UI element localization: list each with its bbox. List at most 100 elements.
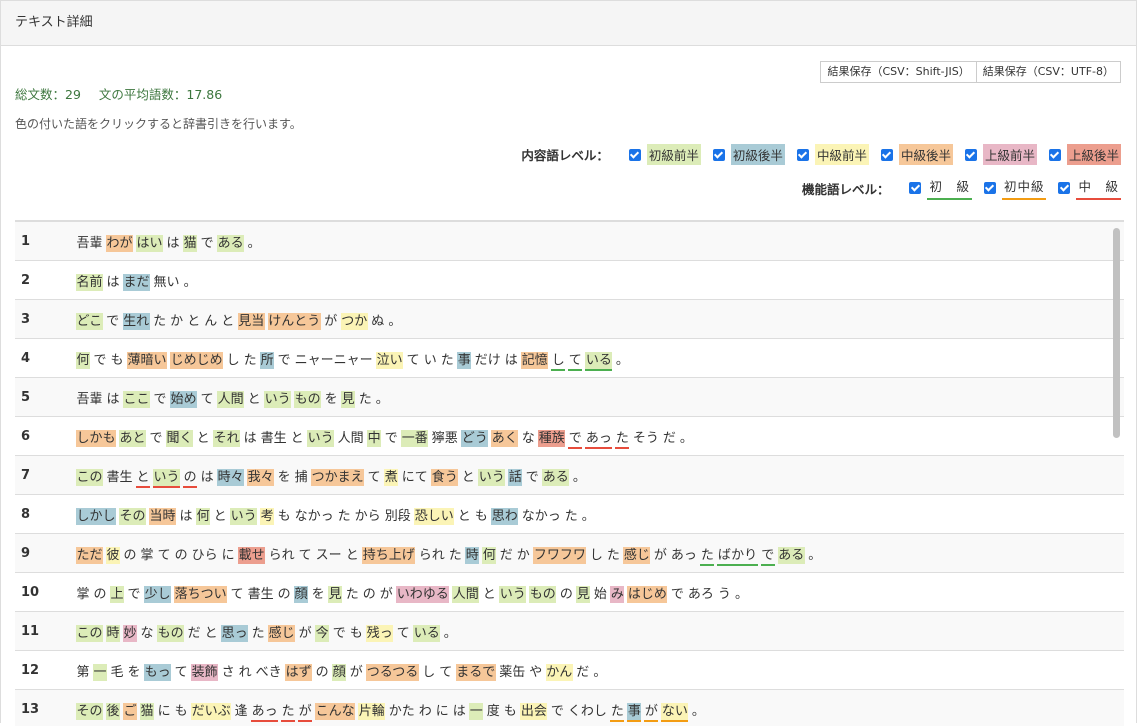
word-link[interactable]: 人間 <box>217 390 245 408</box>
word-link[interactable]: いる <box>585 351 613 371</box>
content-level-toggle[interactable]: 中級前半 <box>796 144 869 165</box>
word-link[interactable]: まるで <box>455 663 496 681</box>
function-level-toggle[interactable]: 初 級 <box>909 176 972 200</box>
word-link[interactable]: ある <box>542 468 570 486</box>
word-link[interactable]: その <box>76 702 104 720</box>
content-level-toggle[interactable]: 上級後半 <box>1048 144 1121 165</box>
word-link[interactable]: いう <box>264 390 292 408</box>
word-link[interactable]: 後 <box>106 702 121 720</box>
word-link[interactable]: 見 <box>328 585 343 603</box>
word-link[interactable]: 人間 <box>452 585 480 603</box>
word-link[interactable]: ある <box>777 546 805 564</box>
word-link[interactable]: 載せ <box>238 546 266 564</box>
word-link[interactable]: 薄暗い <box>127 351 168 369</box>
word-link[interactable]: 装飾 <box>191 663 219 681</box>
word-link[interactable]: 出会 <box>520 702 548 720</box>
checkbox-icon[interactable] <box>880 148 893 161</box>
word-link[interactable]: もっ <box>144 663 172 681</box>
word-link[interactable]: 時 <box>465 546 480 564</box>
word-link[interactable]: 残っ <box>366 624 394 642</box>
word-link[interactable]: かん <box>545 663 573 681</box>
word-link[interactable]: 我々 <box>247 468 275 486</box>
word-link[interactable]: 妙 <box>123 624 138 642</box>
word-link[interactable]: 話 <box>508 468 523 486</box>
word-link[interactable]: じめじめ <box>170 351 224 369</box>
word-link[interactable]: 所 <box>260 351 275 369</box>
word-link[interactable]: 記憶 <box>521 351 549 369</box>
word-link[interactable]: 片輪 <box>358 702 386 720</box>
word-link[interactable]: 名前 <box>76 273 104 291</box>
word-link[interactable]: はず <box>285 663 313 681</box>
word-link[interactable]: 生れ <box>122 312 150 330</box>
word-link[interactable]: その <box>119 507 147 525</box>
function-level-toggle[interactable]: 中 級 <box>1058 176 1121 200</box>
word-link[interactable]: フワフワ <box>533 546 587 564</box>
word-link[interactable]: 一番 <box>401 429 429 447</box>
function-level-toggle[interactable]: 初中級 <box>983 176 1047 200</box>
checkbox-icon[interactable] <box>796 148 809 161</box>
word-link[interactable]: 見当 <box>237 312 265 330</box>
word-link[interactable]: 落ちつい <box>174 585 228 603</box>
word-link[interactable]: こんな <box>315 702 356 720</box>
word-link[interactable]: もの <box>157 624 185 642</box>
word-link[interactable]: 食う <box>431 468 459 486</box>
word-link[interactable]: この <box>76 468 104 486</box>
word-link[interactable]: 少し <box>144 585 172 603</box>
word-link[interactable]: しかし <box>76 507 117 525</box>
word-link[interactable]: 事 <box>457 351 472 369</box>
word-link[interactable]: 彼 <box>106 546 121 564</box>
word-link[interactable]: 恐しい <box>414 507 455 525</box>
checkbox-icon[interactable] <box>983 182 996 194</box>
word-link[interactable]: 感じ <box>623 546 651 564</box>
word-link[interactable]: あく <box>491 429 519 447</box>
word-link[interactable]: いう <box>478 468 506 486</box>
word-link[interactable]: 思わ <box>491 507 519 525</box>
word-link[interactable]: ただ <box>76 546 104 564</box>
word-link[interactable]: 何 <box>196 507 211 525</box>
word-link[interactable]: この <box>76 624 104 642</box>
word-link[interactable]: ここ <box>123 390 151 408</box>
word-link[interactable]: 何 <box>76 351 91 369</box>
checkbox-icon[interactable] <box>909 182 922 194</box>
word-link[interactable]: どこ <box>76 312 103 330</box>
checkbox-icon[interactable] <box>964 148 977 161</box>
word-link[interactable]: 泣い <box>376 351 404 369</box>
word-link[interactable]: 上 <box>110 585 125 603</box>
word-link[interactable]: 感じ <box>268 624 296 642</box>
content-level-toggle[interactable]: 中級後半 <box>880 144 953 165</box>
content-level-toggle[interactable]: 初級前半 <box>628 144 701 165</box>
word-link[interactable]: 一 <box>469 702 484 720</box>
word-link[interactable]: いる <box>413 624 441 642</box>
word-link[interactable]: いう <box>230 507 258 525</box>
save-csv-utf8-button[interactable]: 結果保存（CSV：UTF-8） <box>976 61 1121 83</box>
word-link[interactable]: 猫 <box>140 702 155 720</box>
word-link[interactable]: 思っ <box>221 624 249 642</box>
word-link[interactable]: 顔 <box>332 663 347 681</box>
word-link[interactable]: ある <box>217 234 245 252</box>
word-link[interactable]: 中 <box>367 429 382 447</box>
checkbox-icon[interactable] <box>1048 148 1061 161</box>
word-link[interactable]: 今 <box>315 624 330 642</box>
word-link[interactable]: ない <box>661 702 689 722</box>
word-link[interactable]: わが <box>106 234 134 252</box>
word-link[interactable]: 猫 <box>183 234 198 252</box>
word-link[interactable]: 持ち上げ <box>362 546 416 564</box>
word-link[interactable]: だいぶ <box>191 702 232 720</box>
checkbox-icon[interactable] <box>1058 182 1071 194</box>
word-link[interactable]: 煮 <box>384 468 399 486</box>
checkbox-icon[interactable] <box>712 148 725 161</box>
word-link[interactable]: 当時 <box>149 507 177 525</box>
word-link[interactable]: 始め <box>170 390 198 408</box>
word-link[interactable]: 一 <box>93 663 108 681</box>
word-link[interactable]: 見 <box>576 585 591 603</box>
word-link[interactable]: けんとう <box>267 312 321 330</box>
scrollbar-thumb[interactable] <box>1113 228 1120 438</box>
word-link[interactable]: 時々 <box>217 468 245 486</box>
word-link[interactable]: ご <box>123 702 138 720</box>
content-level-toggle[interactable]: 初級後半 <box>712 144 785 165</box>
word-link[interactable]: もの <box>294 390 322 408</box>
word-link[interactable]: つかまえ <box>311 468 365 486</box>
word-link[interactable]: 見 <box>341 390 356 408</box>
word-link[interactable]: 顔 <box>294 585 309 603</box>
word-link[interactable]: いう <box>499 585 527 603</box>
